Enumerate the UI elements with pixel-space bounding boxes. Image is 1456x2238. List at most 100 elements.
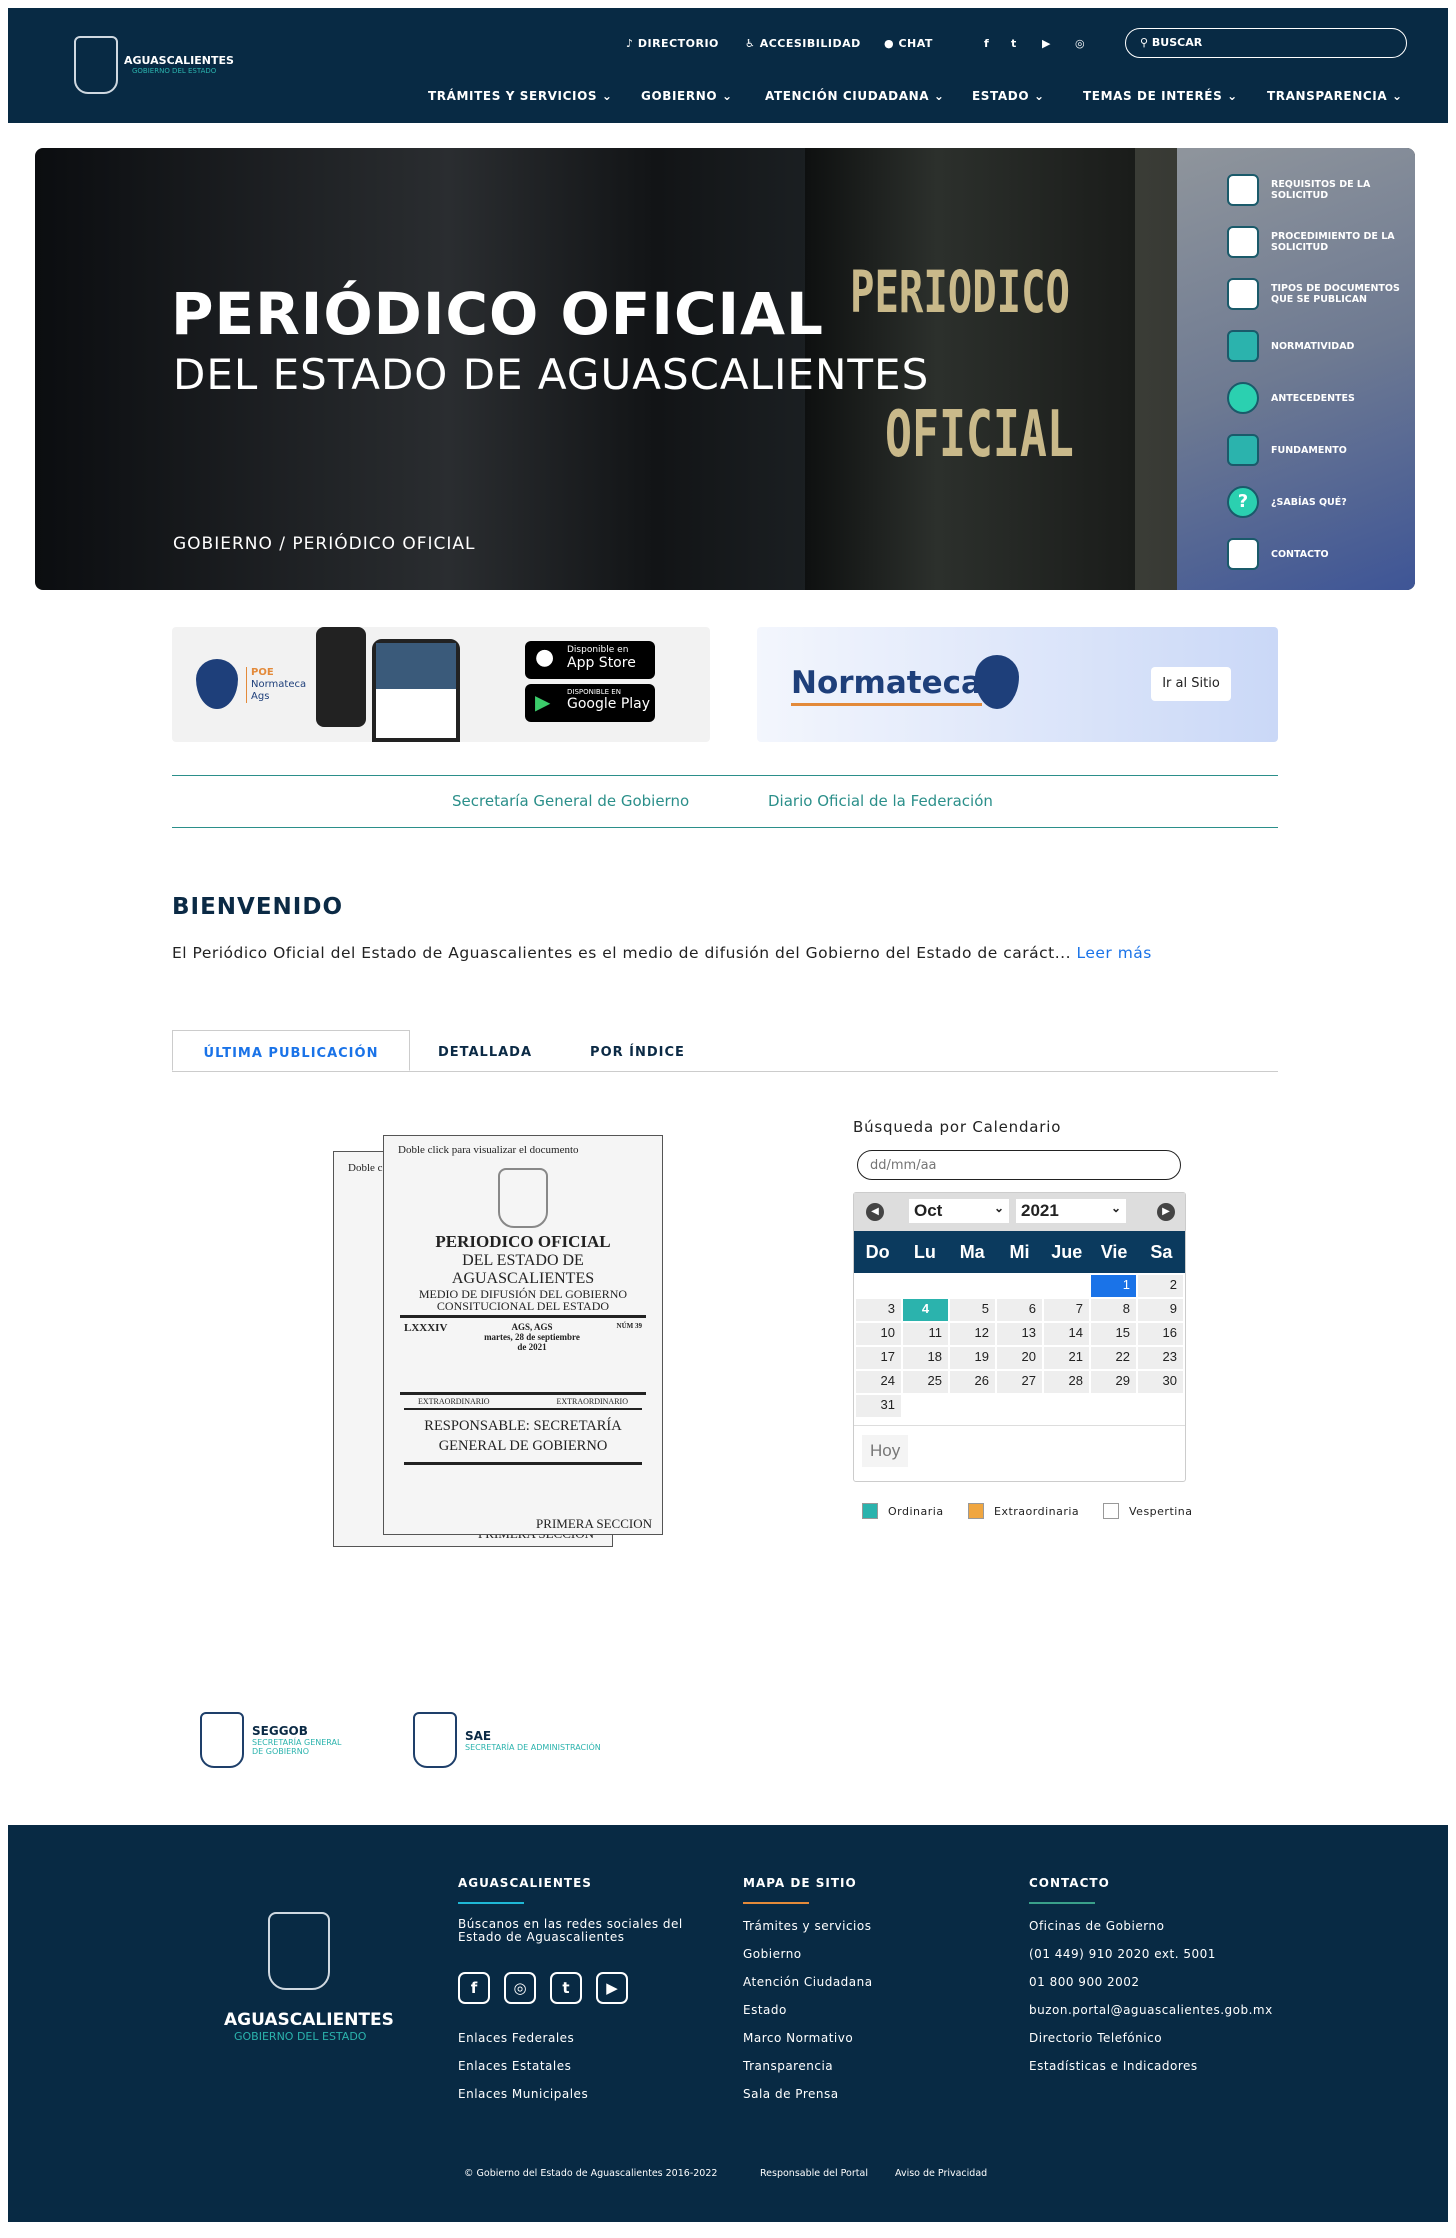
- calendar-day[interactable]: 18: [903, 1347, 948, 1369]
- footer-link[interactable]: Enlaces Federales: [458, 2031, 574, 2045]
- normateca-banner[interactable]: Normateca Ir al Sitio: [757, 627, 1278, 742]
- instagram-icon[interactable]: ◎: [1075, 37, 1085, 50]
- menu-fundamento[interactable]: FUNDAMENTO: [1227, 434, 1347, 466]
- calendar-day[interactable]: 26: [950, 1371, 995, 1393]
- calendar-day[interactable]: 29: [1091, 1371, 1136, 1393]
- agency-seggob[interactable]: SEGGOB SECRETARÍA GENERAL DE GOBIERNO: [200, 1712, 342, 1768]
- menu-procedimiento[interactable]: PROCEDIMIENTO DE LA SOLICITUD: [1227, 226, 1401, 258]
- nav-gobierno[interactable]: GOBIERNO ⌄: [641, 89, 733, 103]
- calendar-day[interactable]: 16: [1138, 1323, 1183, 1345]
- magnifier-check-icon: [1227, 382, 1259, 414]
- footer-link[interactable]: Enlaces Estatales: [458, 2059, 571, 2073]
- link-dof[interactable]: Diario Oficial de la Federación: [768, 792, 993, 810]
- app-store-button[interactable]: ● Disponible en App Store: [525, 641, 655, 679]
- calendar-day[interactable]: 27: [997, 1371, 1042, 1393]
- footer-link[interactable]: Estado: [743, 2003, 873, 2031]
- chat-link[interactable]: ● CHAT: [884, 37, 933, 50]
- calendar-day[interactable]: 24: [856, 1371, 901, 1393]
- calendar-day[interactable]: 17: [856, 1347, 901, 1369]
- nav-estado[interactable]: ESTADO ⌄: [972, 89, 1045, 103]
- footer-link[interactable]: Enlaces Municipales: [458, 2087, 588, 2101]
- youtube-icon[interactable]: ▶: [1042, 37, 1051, 50]
- calendar-day[interactable]: 4: [903, 1299, 948, 1321]
- footer-link[interactable]: (01 449) 910 2020 ext. 5001: [1029, 1947, 1273, 1975]
- calendar-day[interactable]: 19: [950, 1347, 995, 1369]
- tab-por-indice[interactable]: POR ÍNDICE: [570, 1030, 705, 1071]
- calendar-day[interactable]: 30: [1138, 1371, 1183, 1393]
- footer-link[interactable]: Gobierno: [743, 1947, 873, 1975]
- year-select[interactable]: 2021 ⌄: [1016, 1199, 1126, 1223]
- nav-transparencia[interactable]: TRANSPARENCIA ⌄: [1267, 89, 1403, 103]
- poe-app-banner[interactable]: POE Normateca Ags ● Disponible en App Stor…: [172, 627, 710, 742]
- facebook-icon[interactable]: f: [984, 37, 989, 50]
- nav-tramites[interactable]: TRÁMITES Y SERVICIOS ⌄: [428, 89, 613, 103]
- footer-link[interactable]: Directorio Telefónico: [1029, 2031, 1273, 2059]
- menu-requisitos[interactable]: REQUISITOS DE LA SOLICITUD: [1227, 174, 1381, 206]
- calendar-day[interactable]: 25: [903, 1371, 948, 1393]
- footer-link[interactable]: Marco Normativo: [743, 2031, 873, 2059]
- calendar-day[interactable]: 9: [1138, 1299, 1183, 1321]
- calendar-day[interactable]: 6: [997, 1299, 1042, 1321]
- calendar-day[interactable]: 10: [856, 1323, 901, 1345]
- nav-atencion[interactable]: ATENCIÓN CIUDADANA ⌄: [765, 89, 945, 103]
- document-thumbnail[interactable]: Doble click para visualizar el documento…: [383, 1135, 663, 1535]
- calendar-day[interactable]: 11: [903, 1323, 948, 1345]
- search-button[interactable]: ⚲ BUSCAR: [1125, 28, 1407, 58]
- tab-detallada[interactable]: DETALLADA: [420, 1030, 550, 1071]
- coat-of-arms-logo[interactable]: [74, 36, 118, 94]
- menu-normatividad[interactable]: NORMATIVIDAD: [1227, 330, 1354, 362]
- menu-sabias-que[interactable]: ? ¿SABÍAS QUÉ?: [1227, 486, 1347, 518]
- calendar-day[interactable]: 31: [856, 1395, 901, 1417]
- menu-contacto[interactable]: CONTACTO: [1227, 538, 1329, 570]
- footer-link[interactable]: buzon.portal@aguascalientes.gob.mx: [1029, 2003, 1273, 2031]
- footer-link[interactable]: Atención Ciudadana: [743, 1975, 873, 2003]
- footer-link[interactable]: Transparencia: [743, 2059, 873, 2087]
- ir-al-sitio-button[interactable]: Ir al Sitio: [1151, 667, 1231, 701]
- calendar-day[interactable]: 22: [1091, 1347, 1136, 1369]
- calendar-day[interactable]: 20: [997, 1347, 1042, 1369]
- footer-link[interactable]: Estadísticas e Indicadores: [1029, 2059, 1273, 2087]
- date-input[interactable]: [857, 1150, 1181, 1180]
- breadcrumb[interactable]: GOBIERNO / PERIÓDICO OFICIAL: [173, 534, 476, 554]
- youtube-icon[interactable]: ▶: [596, 1972, 628, 2004]
- footer-link[interactable]: Sala de Prensa: [743, 2087, 873, 2115]
- calendar-day[interactable]: 7: [1044, 1299, 1089, 1321]
- today-button[interactable]: Hoy: [862, 1435, 909, 1467]
- calendar-day[interactable]: 12: [950, 1323, 995, 1345]
- calendar-day[interactable]: 2: [1138, 1275, 1183, 1297]
- calendar-day[interactable]: 1: [1091, 1275, 1136, 1297]
- prev-month-icon[interactable]: ◀: [866, 1203, 884, 1221]
- empty-cell: [997, 1275, 1042, 1297]
- read-more-link[interactable]: Leer más: [1076, 944, 1151, 962]
- link-secretaria[interactable]: Secretaría General de Gobierno: [452, 792, 689, 810]
- month-select[interactable]: Oct ⌄: [909, 1199, 1009, 1223]
- instagram-icon[interactable]: ◎: [504, 1972, 536, 2004]
- calendar-day[interactable]: 21: [1044, 1347, 1089, 1369]
- menu-antecedentes[interactable]: ANTECEDENTES: [1227, 382, 1355, 414]
- responsible-link[interactable]: Responsable del Portal: [760, 2168, 868, 2179]
- calendar-day[interactable]: 8: [1091, 1299, 1136, 1321]
- nav-temas[interactable]: TEMAS DE INTERÉS ⌄: [1083, 89, 1238, 103]
- calendar-day[interactable]: 5: [950, 1299, 995, 1321]
- footer-link[interactable]: 01 800 900 2002: [1029, 1975, 1273, 2003]
- tab-ultima-publicacion[interactable]: ÚLTIMA PUBLICACIÓN: [172, 1030, 410, 1071]
- calendar-day[interactable]: 13: [997, 1323, 1042, 1345]
- twitter-icon[interactable]: t: [550, 1972, 582, 2004]
- calendar-day[interactable]: 14: [1044, 1323, 1089, 1345]
- calendar-day[interactable]: 23: [1138, 1347, 1183, 1369]
- directorio-link[interactable]: ♪ DIRECTORIO: [626, 37, 719, 50]
- google-play-button[interactable]: ▶ DISPONIBLE EN Google Play: [525, 684, 655, 722]
- agency-sae[interactable]: SAE SECRETARÍA DE ADMINISTRACIÓN: [413, 1712, 601, 1768]
- accesibilidad-link[interactable]: ♿ ACCESIBILIDAD: [745, 37, 861, 50]
- calendar-day[interactable]: 15: [1091, 1323, 1136, 1345]
- footer-link[interactable]: Oficinas de Gobierno: [1029, 1919, 1273, 1947]
- calendar-day[interactable]: 3: [856, 1299, 901, 1321]
- facebook-icon[interactable]: f: [458, 1972, 490, 2004]
- privacy-link[interactable]: Aviso de Privacidad: [895, 2168, 987, 2179]
- calendar-day[interactable]: 28: [1044, 1371, 1089, 1393]
- twitter-icon[interactable]: t: [1011, 37, 1017, 50]
- menu-tipos-documentos[interactable]: TIPOS DE DOCUMENTOS QUE SE PUBLICAN: [1227, 278, 1401, 310]
- next-month-icon[interactable]: ▶: [1157, 1203, 1175, 1221]
- footer-heading: CONTACTO: [1029, 1876, 1110, 1890]
- footer-link[interactable]: Trámites y servicios: [743, 1919, 873, 1947]
